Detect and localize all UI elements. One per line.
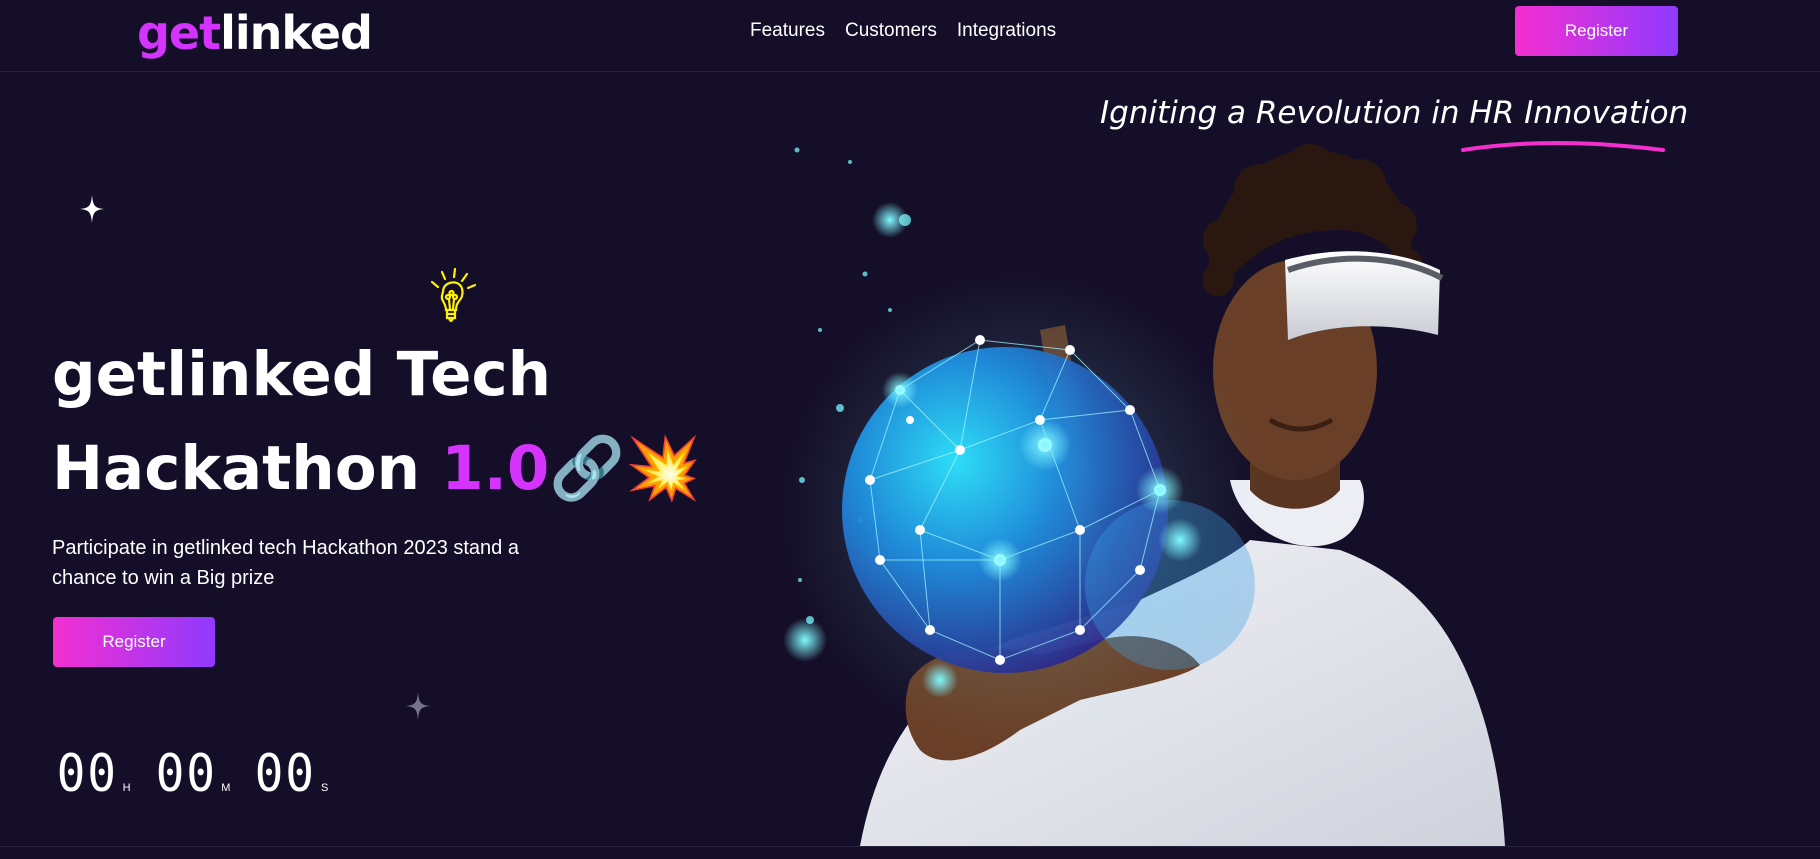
chain-explosion-emoji: 🔗💥 (549, 433, 702, 504)
header-register-button[interactable]: Register (1515, 6, 1678, 56)
hero-description: Participate in getlinked tech Hackathon … (52, 537, 519, 589)
countdown-seconds: 00 S (252, 744, 328, 804)
hero-title-line2: Hackathon (52, 433, 421, 504)
lightbulb-icon (430, 268, 477, 323)
logo[interactable]: getlinked (137, 6, 373, 60)
countdown-hours: 00 H (54, 744, 131, 804)
sparkle-star-icon (80, 195, 104, 223)
countdown-timer: 00 H 00 M 00 S (54, 744, 329, 804)
nav-customers[interactable]: Customers (845, 20, 937, 42)
logo-accent: get (137, 6, 221, 60)
main-nav: Features Customers Integrations (750, 20, 1056, 42)
hero-title-line1: getlinked Tech (52, 339, 552, 410)
hero-title: getlinked Tech Hackathon 1.0🔗💥 (52, 328, 701, 516)
landing-page: getlinked Features Customers Integration… (0, 0, 1820, 859)
countdown-seconds-value: 00 (255, 744, 317, 804)
countdown-minutes-value: 00 (155, 744, 217, 804)
hero-register-button[interactable]: Register (53, 617, 215, 667)
hero-illustration (780, 144, 1505, 846)
countdown-minutes-unit: M (221, 782, 231, 794)
nav-features[interactable]: Features (750, 20, 825, 42)
top-navbar: getlinked Features Customers Integration… (0, 0, 1820, 72)
nav-integrations[interactable]: Integrations (957, 20, 1056, 42)
countdown-hours-value: 00 (56, 744, 118, 804)
countdown-hours-unit: H (122, 782, 131, 794)
hero-title-version: 1.0 (441, 433, 550, 504)
logo-rest: linked (220, 6, 373, 60)
section-divider (0, 846, 1820, 847)
countdown-minutes: 00 M (153, 744, 231, 804)
countdown-seconds-unit: S (321, 782, 329, 794)
sparkle-star-icon (406, 692, 430, 720)
